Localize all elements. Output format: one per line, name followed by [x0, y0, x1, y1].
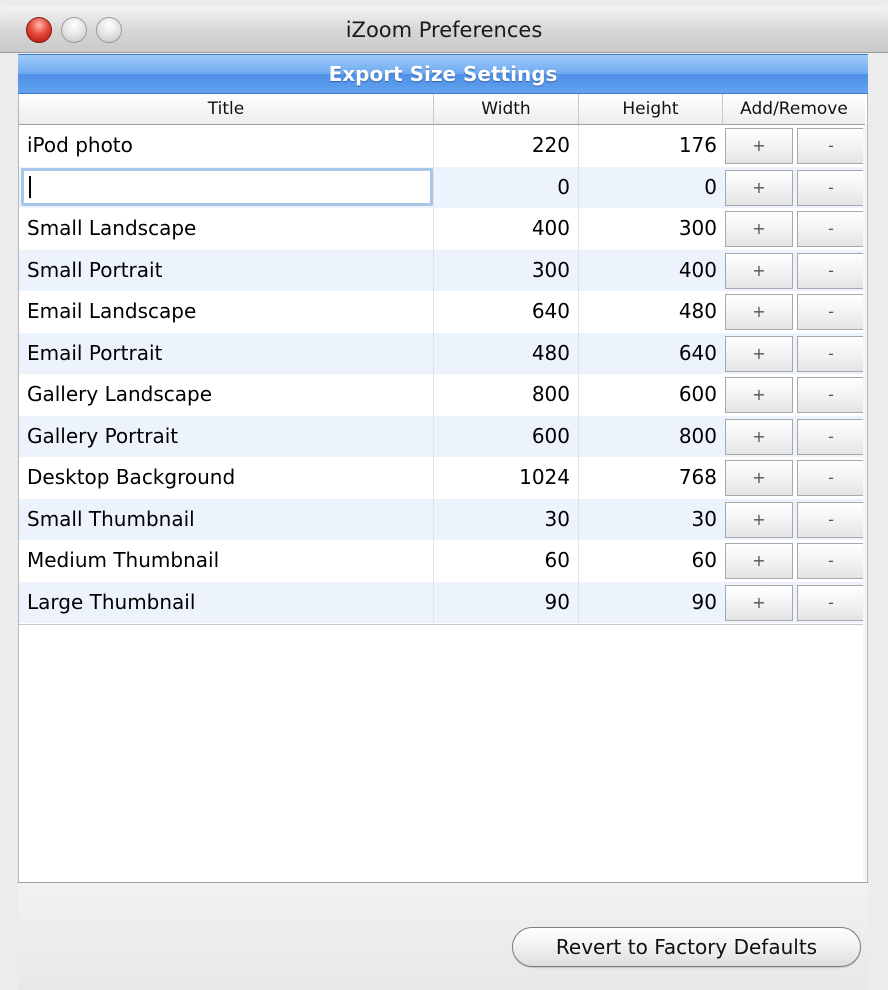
export-size-table: Title Width Height Add/Remove iPod photo…	[18, 94, 868, 882]
row-height[interactable]: 30	[579, 499, 723, 541]
add-row-button[interactable]: +	[725, 543, 793, 579]
remove-row-button[interactable]: -	[797, 543, 865, 579]
row-title[interactable]: Desktop Background	[19, 457, 434, 499]
row-width[interactable]: 1024	[434, 457, 579, 499]
row-height[interactable]: 800	[579, 416, 723, 458]
row-height[interactable]: 640	[579, 333, 723, 375]
add-row-button[interactable]: +	[725, 377, 793, 413]
table-row[interactable]: Small Landscape 400 300 + -	[19, 208, 865, 250]
row-title[interactable]: Email Landscape	[19, 291, 434, 333]
column-header-add-remove[interactable]: Add/Remove	[723, 94, 865, 125]
remove-row-button[interactable]: -	[797, 294, 865, 330]
remove-row-button[interactable]: -	[797, 169, 865, 206]
row-height[interactable]: 768	[579, 457, 723, 499]
add-row-button[interactable]: +	[725, 460, 793, 496]
section-header: Export Size Settings	[18, 54, 868, 94]
row-width[interactable]: 480	[434, 332, 579, 374]
column-header-title[interactable]: Title	[19, 94, 434, 125]
remove-row-button[interactable]: -	[797, 252, 865, 289]
row-height[interactable]: 600	[579, 374, 723, 416]
remove-row-button[interactable]: -	[797, 335, 865, 372]
vertical-scrollbar[interactable]	[863, 125, 867, 881]
add-row-button[interactable]: +	[725, 294, 793, 330]
row-height[interactable]: 300	[579, 208, 723, 250]
remove-row-button[interactable]: -	[797, 418, 865, 455]
row-height[interactable]: 60	[579, 540, 723, 582]
table-row[interactable]: Desktop Background 1024 768 + -	[19, 457, 865, 499]
row-width[interactable]: 30	[434, 498, 579, 540]
revert-to-defaults-button[interactable]: Revert to Factory Defaults	[512, 927, 861, 967]
remove-row-button[interactable]: -	[797, 501, 865, 538]
column-header-height[interactable]: Height	[579, 94, 723, 125]
row-width[interactable]: 300	[434, 249, 579, 291]
row-width[interactable]: 220	[434, 125, 579, 167]
table-row[interactable]: Small Portrait 300 400 + -	[19, 249, 865, 292]
row-width[interactable]: 400	[434, 208, 579, 250]
table-rows-divider	[19, 624, 865, 625]
add-row-button[interactable]: +	[725, 211, 793, 247]
row-height[interactable]: 0	[579, 167, 723, 209]
row-height[interactable]: 176	[579, 125, 723, 167]
row-title[interactable]: Medium Thumbnail	[19, 540, 434, 582]
table-row[interactable]: Gallery Portrait 600 800 + -	[19, 415, 865, 458]
table-row[interactable]: Large Thumbnail 90 90 + -	[19, 581, 865, 624]
add-row-button[interactable]: +	[725, 335, 793, 372]
add-row-button[interactable]: +	[725, 501, 793, 538]
row-width[interactable]: 600	[434, 415, 579, 457]
row-title-input[interactable]	[21, 167, 433, 206]
table-row[interactable]: Gallery Landscape 800 600 + -	[19, 374, 865, 416]
row-height[interactable]: 90	[579, 582, 723, 624]
row-title[interactable]: Gallery Landscape	[19, 374, 434, 416]
remove-row-button[interactable]: -	[797, 460, 865, 496]
table-row[interactable]: iPod photo 220 176 + -	[19, 125, 865, 167]
row-title[interactable]: Small Landscape	[19, 208, 434, 250]
row-title[interactable]: Small Thumbnail	[19, 498, 434, 540]
remove-row-button[interactable]: -	[797, 377, 865, 413]
row-width[interactable]: 800	[434, 374, 579, 416]
row-height[interactable]: 400	[579, 250, 723, 292]
window-title: iZoom Preferences	[345, 18, 543, 42]
text-caret	[29, 175, 31, 198]
add-row-button[interactable]: +	[725, 128, 793, 164]
table-row[interactable]: Email Portrait 480 640 + -	[19, 332, 865, 375]
add-row-button[interactable]: +	[725, 169, 793, 206]
table-row[interactable]: 0 0 + -	[19, 166, 865, 209]
remove-row-button[interactable]: -	[797, 211, 865, 247]
add-row-button[interactable]: +	[725, 584, 793, 621]
row-title[interactable]: Gallery Portrait	[19, 415, 434, 457]
add-row-button[interactable]: +	[725, 418, 793, 455]
bottom-panel: Revert to Factory Defaults	[18, 882, 868, 990]
row-title-cell	[19, 166, 434, 208]
row-width[interactable]: 60	[434, 540, 579, 582]
column-header-width[interactable]: Width	[434, 94, 579, 125]
row-width[interactable]: 0	[434, 166, 579, 208]
remove-row-button[interactable]: -	[797, 128, 865, 164]
table-row[interactable]: Medium Thumbnail 60 60 + -	[19, 540, 865, 582]
row-title[interactable]: Email Portrait	[19, 332, 434, 374]
row-title[interactable]: iPod photo	[19, 125, 434, 167]
row-height[interactable]: 480	[579, 291, 723, 333]
row-title[interactable]: Small Portrait	[19, 249, 434, 291]
add-row-button[interactable]: +	[725, 252, 793, 289]
table-rows: iPod photo 220 176 + - 0 0 + - Small Lan…	[19, 125, 865, 623]
preferences-window: iZoom Preferences Export Size Settings T…	[0, 0, 888, 990]
row-width[interactable]: 640	[434, 291, 579, 333]
row-width[interactable]: 90	[434, 581, 579, 623]
row-title[interactable]: Large Thumbnail	[19, 581, 434, 623]
title-bar[interactable]: iZoom Preferences	[0, 6, 888, 53]
remove-row-button[interactable]: -	[797, 584, 865, 621]
table-row[interactable]: Small Thumbnail 30 30 + -	[19, 498, 865, 541]
table-row[interactable]: Email Landscape 640 480 + -	[19, 291, 865, 333]
